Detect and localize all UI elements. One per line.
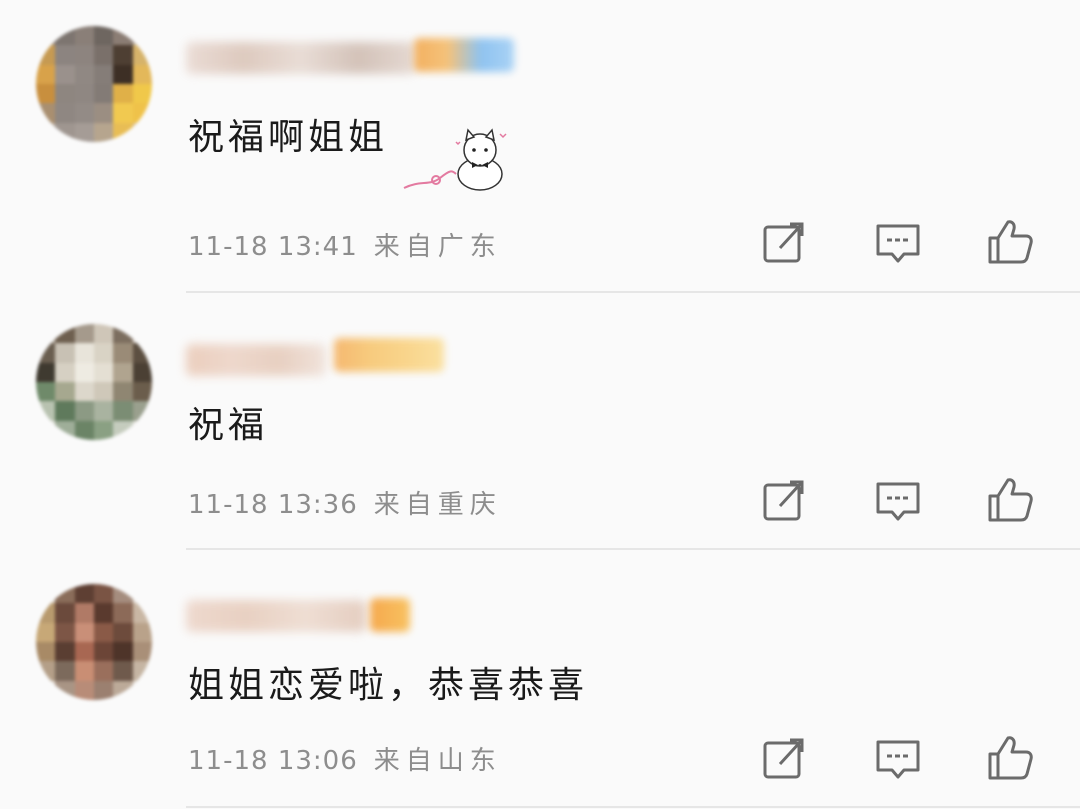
comment-icon — [876, 482, 920, 521]
avatar[interactable] — [36, 584, 152, 700]
divider — [186, 291, 1080, 293]
cat-sticker-icon — [403, 128, 507, 191]
user-badge-redacted — [414, 38, 514, 72]
like-button[interactable] — [986, 218, 1034, 266]
username-redacted[interactable] — [186, 42, 416, 74]
user-badge-redacted — [334, 338, 444, 372]
share-icon — [763, 222, 804, 263]
share-icon — [763, 738, 804, 779]
like-icon — [988, 736, 1033, 780]
user-badge-redacted — [370, 598, 410, 632]
avatar[interactable] — [36, 26, 152, 142]
comment-icon — [876, 740, 920, 779]
comment-actions — [0, 476, 1080, 526]
username-redacted[interactable] — [186, 344, 326, 376]
share-button[interactable] — [760, 476, 808, 524]
like-icon — [988, 220, 1033, 264]
reply-button[interactable] — [874, 734, 922, 782]
divider — [186, 806, 1080, 808]
like-button[interactable] — [986, 734, 1034, 782]
avatar[interactable] — [36, 324, 152, 440]
share-icon — [763, 480, 804, 521]
like-icon — [988, 478, 1033, 522]
share-button[interactable] — [760, 218, 808, 266]
username-redacted[interactable] — [186, 600, 366, 632]
comment-icon — [876, 224, 920, 263]
comment-actions — [0, 734, 1080, 784]
comment-text: 姐姐恋爱啦，恭喜恭喜 — [188, 665, 589, 706]
reply-button[interactable] — [874, 218, 922, 266]
comment-text: 祝福啊姐姐 — [188, 117, 389, 158]
divider — [186, 548, 1080, 550]
share-button[interactable] — [760, 734, 808, 782]
comment-actions — [0, 218, 1080, 268]
reply-button[interactable] — [874, 476, 922, 524]
like-button[interactable] — [986, 476, 1034, 524]
comment-text: 祝福 — [188, 405, 269, 446]
